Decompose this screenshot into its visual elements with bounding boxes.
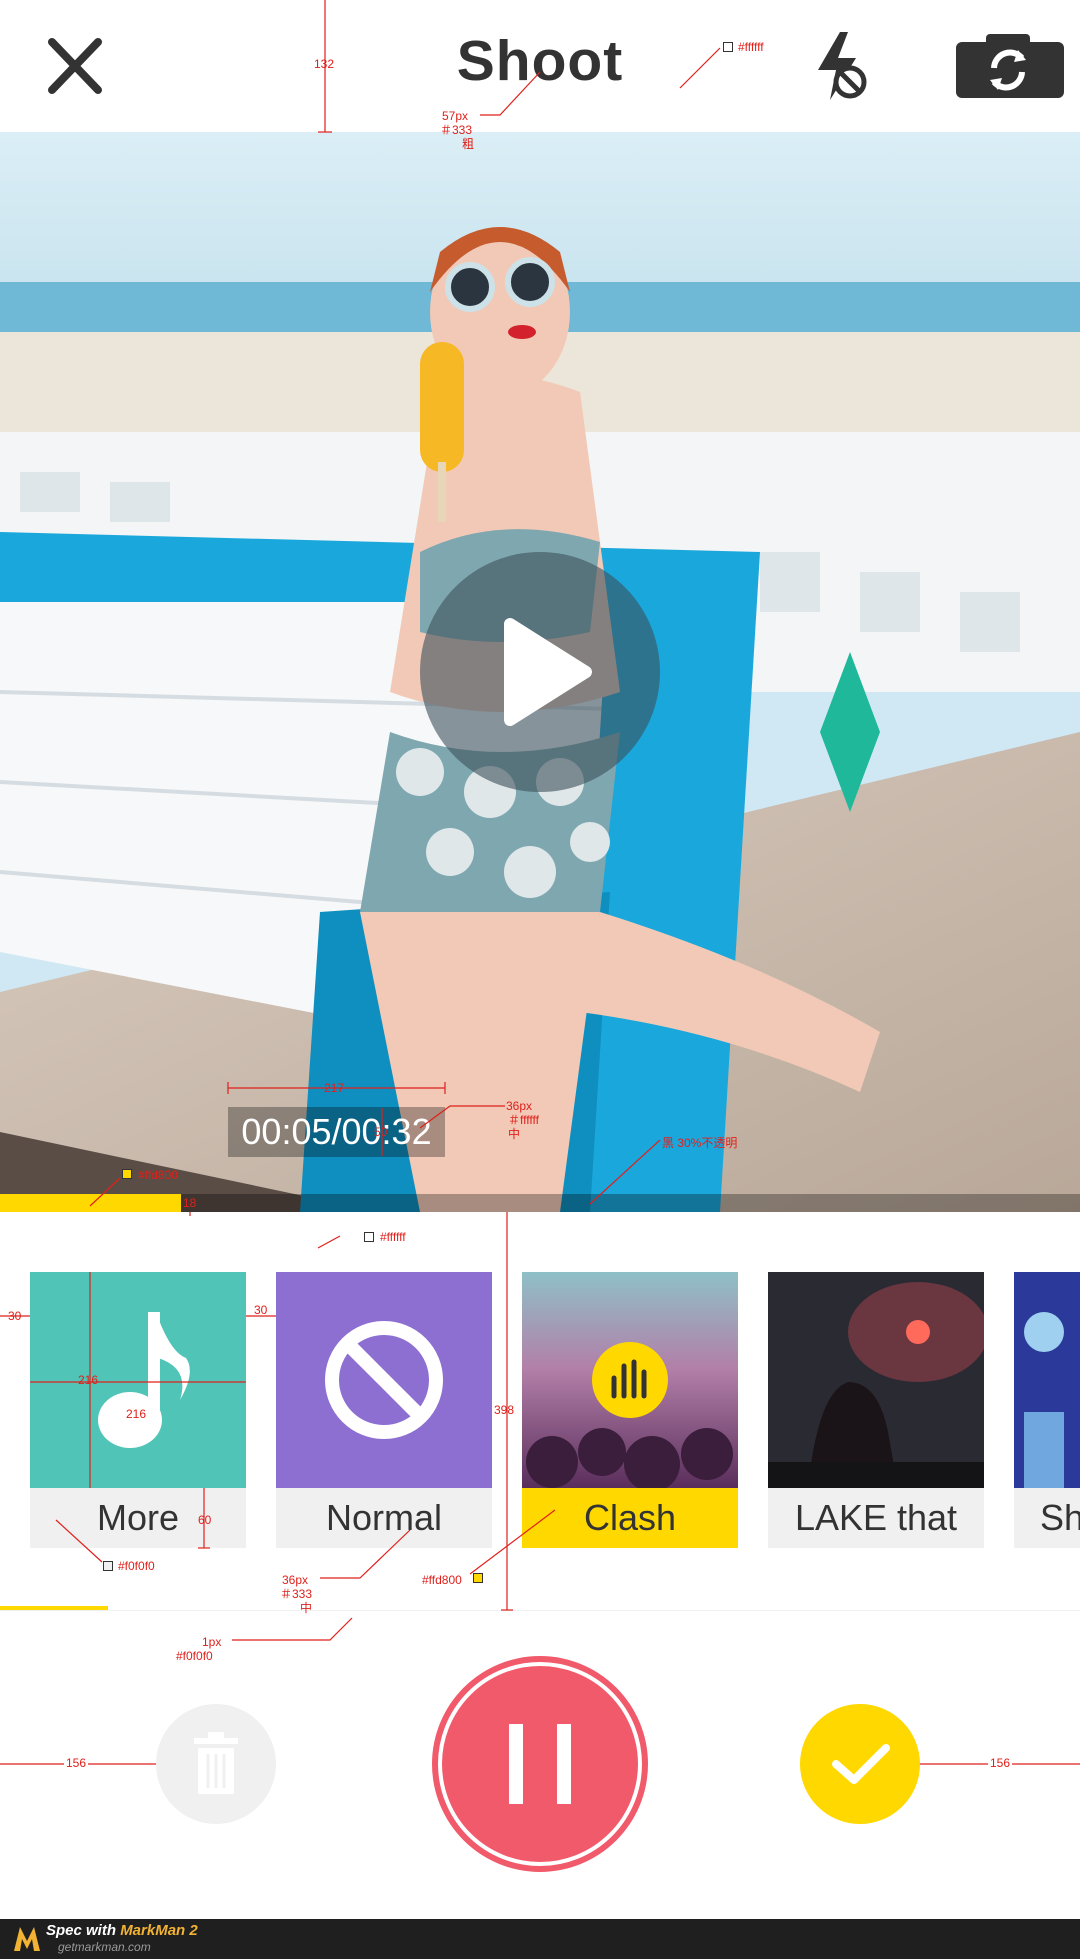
- music-item-partial[interactable]: Sh: [1014, 1272, 1080, 1548]
- flash-toggle-button[interactable]: [810, 30, 874, 102]
- spec-annotation: 217: [324, 1081, 345, 1095]
- spec-annotation: 36px: [506, 1099, 533, 1113]
- color-swatch-white: [364, 1232, 374, 1242]
- spec-annotation: 60: [198, 1513, 212, 1527]
- color-swatch-yellow: [122, 1169, 132, 1179]
- spec-annotation: #ffd800: [138, 1168, 178, 1182]
- music-item-thumb: [768, 1272, 984, 1488]
- footer-spec-text: Spec with MarkMan 2: [46, 1922, 198, 1939]
- spec-annotation: 中: [508, 1127, 521, 1141]
- markman-logo-icon: [14, 1927, 40, 1951]
- spec-annotation: #ffffff: [738, 40, 764, 54]
- play-icon: [504, 618, 592, 726]
- delete-button[interactable]: [156, 1704, 276, 1824]
- spec-annotation: ＃333: [280, 1587, 313, 1601]
- music-item-label: LAKE that: [768, 1488, 984, 1548]
- top-bar: Shoot: [0, 0, 1080, 132]
- spec-annotation: 57px: [442, 109, 469, 123]
- spec-annotation: 1px: [202, 1635, 222, 1649]
- color-swatch-yellow: [473, 1573, 483, 1583]
- play-button[interactable]: [420, 552, 660, 792]
- recording-progress-bar: [0, 1194, 1080, 1212]
- spec-annotation: 132: [314, 57, 335, 71]
- camera-switch-icon: [956, 34, 1064, 98]
- color-swatch-gray: [103, 1561, 113, 1571]
- music-item-label: Sh: [1014, 1488, 1080, 1548]
- music-item-thumb: [276, 1272, 492, 1488]
- music-item-thumb: [522, 1272, 738, 1488]
- spec-annotation: 黑 30%不透明: [662, 1136, 738, 1150]
- spec-annotation: 30: [254, 1303, 268, 1317]
- recording-progress-fill: [0, 1194, 182, 1212]
- spec-annotation: 粗: [462, 137, 475, 151]
- music-item-thumb: [1014, 1272, 1080, 1488]
- music-item-label: Normal: [276, 1488, 492, 1548]
- spec-annotation: ＃ffffff: [508, 1113, 539, 1127]
- flash-off-icon: [818, 32, 867, 100]
- divider: [0, 1610, 1080, 1611]
- spec-annotation: ＃333: [440, 123, 473, 137]
- footer-site: getmarkman.com: [58, 1940, 151, 1954]
- spec-annotation: #f0f0f0: [118, 1559, 155, 1573]
- record-pause-button[interactable]: [432, 1656, 648, 1872]
- spec-annotation: 50: [374, 1125, 388, 1139]
- switch-camera-button[interactable]: [952, 34, 1064, 98]
- music-item-lake-that[interactable]: LAKE that: [768, 1272, 984, 1548]
- pause-icon: [509, 1724, 571, 1804]
- music-item-label: Clash: [522, 1488, 738, 1548]
- confirm-button[interactable]: [800, 1704, 920, 1824]
- color-swatch-white: [723, 42, 733, 52]
- spec-annotation: 216: [78, 1373, 99, 1387]
- spec-annotation: 398: [494, 1403, 515, 1417]
- markman-footer: Spec with MarkMan 2 getmarkman.com: [0, 1919, 1080, 1959]
- music-item-thumb: [30, 1272, 246, 1488]
- spec-annotation: #ffd800: [422, 1573, 462, 1587]
- trash-icon: [194, 1732, 238, 1794]
- spec-annotation: 156: [988, 1756, 1013, 1770]
- spec-annotation: #f0f0f0: [176, 1649, 213, 1663]
- page-title: Shoot: [456, 29, 624, 93]
- spec-annotation: 156: [64, 1756, 89, 1770]
- spec-annotation: 216: [126, 1407, 147, 1421]
- spec-annotation: 36px: [282, 1573, 309, 1587]
- recording-timer: 00:05/00:32: [228, 1107, 445, 1157]
- spec-annotation: 18: [183, 1196, 197, 1210]
- spec-annotation: 30: [8, 1309, 22, 1323]
- music-item-clash[interactable]: Clash: [522, 1272, 738, 1548]
- music-item-label: More: [30, 1488, 246, 1548]
- spec-annotation: 中: [300, 1601, 313, 1615]
- video-preview[interactable]: 00:05/00:32: [0, 132, 1080, 1212]
- music-list[interactable]: More Normal Clash LAKE that Sh: [0, 1212, 1080, 1610]
- check-icon: [832, 1744, 890, 1784]
- music-item-normal[interactable]: Normal: [276, 1272, 492, 1548]
- spec-annotation: #ffffff: [380, 1230, 406, 1244]
